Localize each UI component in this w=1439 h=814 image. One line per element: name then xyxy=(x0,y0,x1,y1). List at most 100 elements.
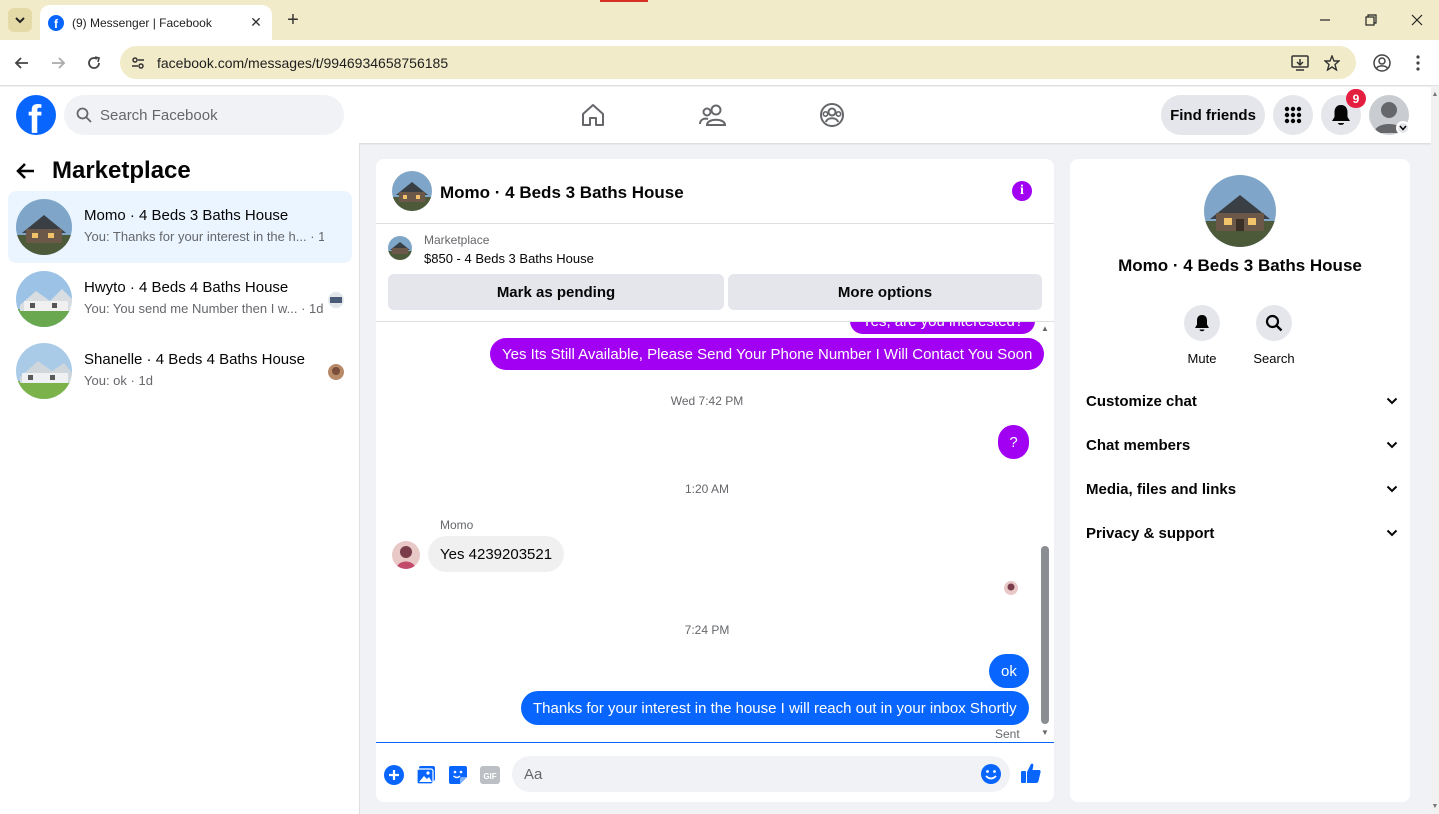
listing-thumbnail-small xyxy=(388,236,412,260)
url-text[interactable]: facebook.com/messages/t/9946934658756185 xyxy=(157,55,448,71)
conversation-name: Momo · 4 Beds 3 Baths House xyxy=(84,207,289,224)
listing-thumbnail xyxy=(16,271,72,327)
listing-thumbnail xyxy=(16,343,72,399)
svg-text:GIF: GIF xyxy=(483,772,496,781)
conversation-item-shanelle[interactable]: Shanelle · 4 Beds 4 Baths House You: ok … xyxy=(8,335,352,407)
chat-members-section[interactable]: Chat members xyxy=(1086,425,1398,465)
forward-button[interactable] xyxy=(46,51,70,75)
message-scrollbar[interactable]: ▲ ▼ xyxy=(1038,322,1052,742)
conversation-sidebar: Marketplace Momo · 4 Beds 3 Baths House … xyxy=(0,143,360,814)
chevron-down-icon xyxy=(1386,485,1398,493)
conversation-item-hwyto[interactable]: Hwyto · 4 Beds 4 Baths House You: You se… xyxy=(8,263,352,335)
message-timestamp: 1:20 AM xyxy=(684,482,730,496)
bookmark-star-icon[interactable] xyxy=(1322,53,1342,73)
scroll-up-icon[interactable]: ▲ xyxy=(1431,91,1439,99)
new-tab-button[interactable]: + xyxy=(282,9,304,31)
message-bubble-outgoing[interactable]: Yes Its Still Available, Please Send You… xyxy=(490,338,1045,370)
close-window-button[interactable] xyxy=(1402,8,1432,32)
chevron-down-icon xyxy=(15,17,25,24)
search-in-conversation-button[interactable]: Search xyxy=(1244,305,1304,366)
groups-nav-icon[interactable] xyxy=(816,99,848,131)
media-files-links-section[interactable]: Media, files and links xyxy=(1086,469,1398,509)
search-icon xyxy=(76,107,92,123)
plus-circle-icon[interactable] xyxy=(383,764,405,786)
message-bubble-outgoing[interactable]: Thanks for your interest in the house I … xyxy=(521,691,1029,725)
message-list: Yes, are you interested? Yes Its Still A… xyxy=(376,322,1054,742)
arrow-right-icon xyxy=(52,57,66,69)
back-button[interactable] xyxy=(10,51,34,75)
message-bubble-incoming[interactable]: Yes 4239203521 xyxy=(428,536,565,572)
conversation-snippet: You: ok · 1d xyxy=(84,373,153,388)
sent-status: Sent xyxy=(995,727,1020,741)
site-settings-icon[interactable] xyxy=(128,53,148,73)
conversation-item-momo[interactable]: Momo · 4 Beds 3 Baths House You: Thanks … xyxy=(8,191,352,263)
message-bubble-outgoing[interactable]: ok xyxy=(989,654,1029,688)
thumbs-up-icon[interactable] xyxy=(1020,762,1042,784)
sender-avatar[interactable] xyxy=(392,541,420,569)
search-input[interactable] xyxy=(100,95,330,135)
sticker-icon[interactable] xyxy=(447,764,469,786)
scroll-down-icon[interactable]: ▼ xyxy=(1041,728,1049,737)
sidebar-header: Marketplace xyxy=(16,157,191,185)
listing-price-title[interactable]: $850 - 4 Beds 3 Baths House xyxy=(424,251,594,266)
scrollbar-thumb[interactable] xyxy=(1041,546,1049,724)
photo-icon[interactable] xyxy=(415,764,437,786)
message-input-box[interactable] xyxy=(512,756,1010,792)
facebook-search[interactable] xyxy=(64,95,344,135)
bell-icon xyxy=(1332,105,1350,125)
message-timestamp: 7:24 PM xyxy=(684,623,730,637)
privacy-support-section[interactable]: Privacy & support xyxy=(1086,513,1398,553)
address-bar[interactable]: facebook.com/messages/t/9946934658756185 xyxy=(120,46,1356,79)
minimize-button[interactable] xyxy=(1310,8,1340,32)
home-nav-icon[interactable] xyxy=(577,99,609,131)
find-friends-button[interactable]: Find friends xyxy=(1161,95,1265,135)
reload-button[interactable] xyxy=(82,51,106,75)
account-caret-icon[interactable] xyxy=(1396,121,1410,135)
sidebar-title: Marketplace xyxy=(52,157,191,184)
info-avatar[interactable] xyxy=(1204,175,1276,247)
mute-label: Mute xyxy=(1187,351,1217,366)
marketplace-label: Marketplace xyxy=(424,233,490,247)
emoji-icon[interactable] xyxy=(980,763,1002,785)
message-bubble-outgoing[interactable]: ? xyxy=(998,425,1029,459)
info-name: Momo · 4 Beds 3 Baths House xyxy=(1118,256,1362,275)
customize-chat-section[interactable]: Customize chat xyxy=(1086,381,1398,421)
message-bubble-outgoing[interactable]: Yes, are you interested? xyxy=(850,322,1036,334)
browser-menu-button[interactable] xyxy=(1406,51,1430,75)
tab-close-icon[interactable]: ✕ xyxy=(248,14,264,31)
message-input[interactable] xyxy=(524,756,964,792)
message-timestamp: Wed 7:42 PM xyxy=(670,394,744,408)
notification-badge: 9 xyxy=(1346,89,1366,108)
friends-nav-icon[interactable] xyxy=(697,99,729,131)
facebook-logo[interactable]: f xyxy=(16,95,56,135)
arrow-left-icon xyxy=(14,57,28,69)
menu-grid-button[interactable] xyxy=(1273,95,1313,135)
mark-as-pending-button[interactable]: Mark as pending xyxy=(388,274,724,310)
search-label: Search xyxy=(1253,351,1295,366)
chevron-down-icon xyxy=(1386,529,1398,537)
chat-avatar[interactable] xyxy=(392,171,432,211)
sender-name: Momo xyxy=(440,518,474,532)
browser-profile-button[interactable] xyxy=(1370,51,1394,75)
listing-thumbnail xyxy=(16,199,72,255)
page-scrollbar[interactable]: ▲ ▼ xyxy=(1431,87,1439,814)
chat-header: Momo · 4 Beds 3 Baths House i xyxy=(376,159,1054,224)
chat-title[interactable]: Momo · 4 Beds 3 Baths House xyxy=(440,183,684,203)
scroll-up-icon[interactable]: ▲ xyxy=(1041,324,1049,333)
facebook-favicon-icon: f xyxy=(48,14,64,31)
scroll-down-icon[interactable]: ▼ xyxy=(1431,803,1439,811)
conversation-snippet: You: Thanks for your interest in the h..… xyxy=(84,229,324,244)
profile-icon xyxy=(1373,54,1391,72)
tab-search-button[interactable] xyxy=(8,8,32,32)
grid-icon xyxy=(1284,106,1302,124)
back-arrow-icon[interactable] xyxy=(16,162,36,180)
gif-icon[interactable]: GIF xyxy=(479,764,501,786)
maximize-button[interactable] xyxy=(1356,8,1386,32)
info-icon[interactable]: i xyxy=(1012,181,1032,201)
chevron-down-icon xyxy=(1386,397,1398,405)
mute-button[interactable]: Mute xyxy=(1172,305,1232,366)
install-app-icon[interactable] xyxy=(1290,53,1310,73)
search-icon xyxy=(1256,305,1292,341)
browser-tab-messenger[interactable]: f (9) Messenger | Facebook ✕ xyxy=(40,5,272,40)
more-options-button[interactable]: More options xyxy=(728,274,1042,310)
